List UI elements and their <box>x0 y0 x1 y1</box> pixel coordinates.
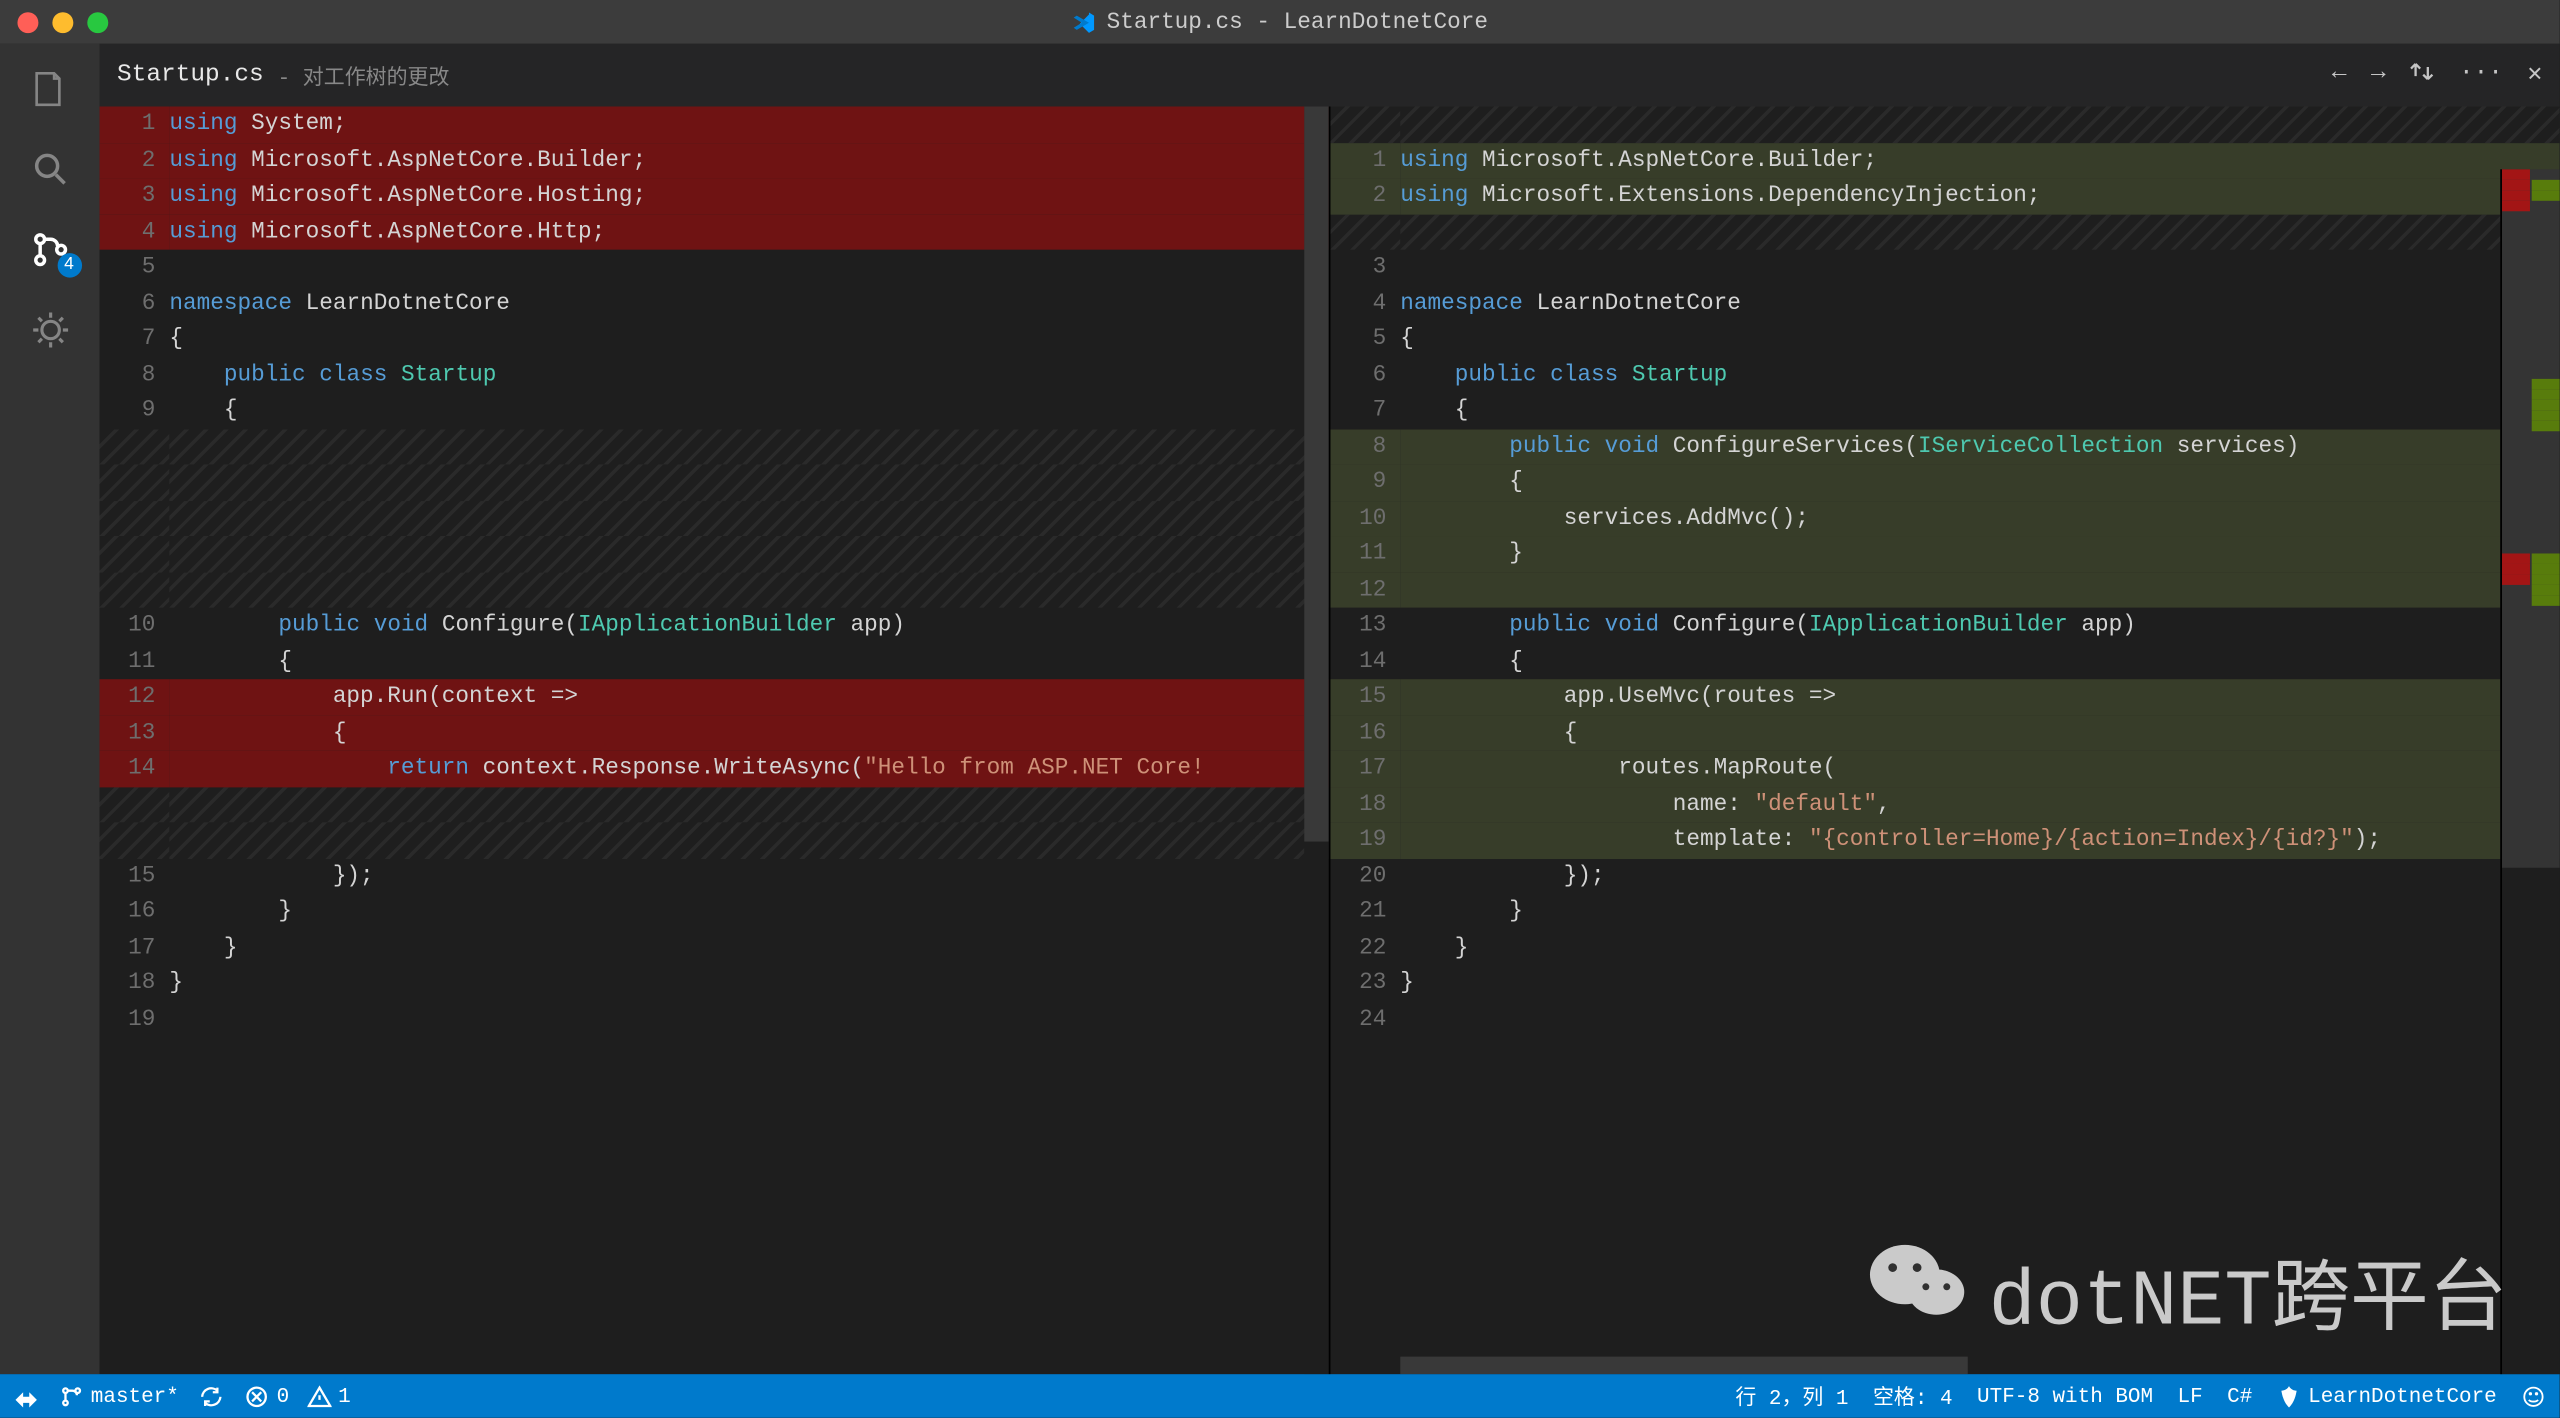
code-line[interactable]: 15 }); <box>100 858 1329 894</box>
code-line[interactable] <box>100 822 1329 858</box>
code-line[interactable]: 10 public void Configure(IApplicationBui… <box>100 608 1329 644</box>
code-line[interactable] <box>1330 214 2559 250</box>
code-line[interactable]: 19 template: "{controller=Home}/{action=… <box>1330 822 2559 858</box>
code-line[interactable]: 13 public void Configure(IApplicationBui… <box>1330 608 2559 644</box>
code-line[interactable] <box>100 536 1329 572</box>
code-line[interactable]: 24 <box>1330 1001 2559 1037</box>
code-line[interactable]: 9 { <box>100 393 1329 429</box>
search-icon[interactable] <box>25 145 74 194</box>
code-line[interactable]: 16 } <box>100 894 1329 930</box>
code-line[interactable]: 17 } <box>100 930 1329 966</box>
tab-actions: ← → ··· ✕ <box>2332 58 2542 91</box>
titlebar: Startup.cs - LearnDotnetCore <box>0 0 2560 44</box>
code-line[interactable]: 19 <box>100 1001 1329 1037</box>
code-line[interactable]: 22 } <box>1330 930 2559 966</box>
remote-button[interactable] <box>14 1384 38 1408</box>
code-line[interactable]: 15 app.UseMvc(routes => <box>1330 679 2559 715</box>
status-bar: master* 0 1 行 2，列 1 空格: 4 UTF-8 with BOM… <box>0 1374 2560 1418</box>
debug-icon[interactable] <box>25 306 74 355</box>
code-line[interactable]: 7{ <box>100 321 1329 357</box>
code-line[interactable]: 1using System; <box>100 107 1329 143</box>
code-line[interactable]: 4namespace LearnDotnetCore <box>1330 285 2559 321</box>
scm-badge: 4 <box>57 253 81 277</box>
editor-tab-bar: Startup.cs - 对工作树的更改 ← → ··· ✕ <box>100 44 2560 107</box>
project-button[interactable]: LearnDotnetCore <box>2277 1384 2497 1408</box>
code-line[interactable] <box>1330 107 2559 143</box>
diff-modified-pane[interactable]: 1using Microsoft.AspNetCore.Builder;2usi… <box>1330 107 2559 1375</box>
window-title: Startup.cs - LearnDotnetCore <box>1072 9 1488 35</box>
code-line[interactable]: 18 name: "default", <box>1330 787 2559 823</box>
window-controls <box>17 11 108 32</box>
code-line[interactable] <box>100 572 1329 608</box>
code-line[interactable]: 17 routes.MapRoute( <box>1330 751 2559 787</box>
prev-change-button[interactable]: ← <box>2332 58 2347 91</box>
language-mode-button[interactable]: C# <box>2227 1384 2252 1408</box>
code-line[interactable]: 4using Microsoft.AspNetCore.Http; <box>100 214 1329 250</box>
git-branch-button[interactable]: master* <box>59 1384 178 1408</box>
tab-filename[interactable]: Startup.cs <box>117 61 264 89</box>
diff-view: 1using System;2using Microsoft.AspNetCor… <box>100 107 2560 1375</box>
code-line[interactable]: 8 public class Startup <box>100 357 1329 393</box>
wechat-icon <box>1866 1235 1971 1345</box>
code-line[interactable]: 9 { <box>1330 464 2559 500</box>
code-line[interactable]: 2using Microsoft.AspNetCore.Builder; <box>100 142 1329 178</box>
code-line[interactable]: 3 <box>1330 250 2559 286</box>
indent-button[interactable]: 空格: 4 <box>1873 1381 1953 1411</box>
close-diff-button[interactable]: ✕ <box>2527 58 2542 91</box>
code-line[interactable] <box>100 787 1329 823</box>
eol-button[interactable]: LF <box>2178 1384 2203 1408</box>
code-line[interactable] <box>100 500 1329 536</box>
code-line[interactable] <box>100 429 1329 465</box>
activity-bar: 4 <box>0 44 100 1374</box>
problems-button[interactable]: 0 1 <box>245 1384 350 1408</box>
code-line[interactable] <box>100 464 1329 500</box>
next-change-button[interactable]: → <box>2371 58 2386 91</box>
watermark: dotNET跨平台 <box>1866 1233 2507 1348</box>
cursor-position[interactable]: 行 2，列 1 <box>1735 1381 1848 1411</box>
overview-ruler[interactable] <box>2500 169 2559 1374</box>
editor-area: Startup.cs - 对工作树的更改 ← → ··· ✕ 1using Sy… <box>100 44 2560 1374</box>
code-line[interactable]: 5{ <box>1330 321 2559 357</box>
code-line[interactable]: 5 <box>100 250 1329 286</box>
right-h-scrollbar[interactable] <box>1400 1357 2535 1374</box>
code-line[interactable]: 21 } <box>1330 894 2559 930</box>
minimize-window-button[interactable] <box>52 11 73 32</box>
code-line[interactable]: 11 { <box>100 643 1329 679</box>
code-line[interactable]: 10 services.AddMvc(); <box>1330 500 2559 536</box>
code-line[interactable]: 6namespace LearnDotnetCore <box>100 285 1329 321</box>
maximize-window-button[interactable] <box>87 11 108 32</box>
encoding-button[interactable]: UTF-8 with BOM <box>1977 1384 2153 1408</box>
diff-original-pane[interactable]: 1using System;2using Microsoft.AspNetCor… <box>100 107 1331 1375</box>
code-line[interactable]: 8 public void ConfigureServices(IService… <box>1330 429 2559 465</box>
code-line[interactable]: 13 { <box>100 715 1329 751</box>
vscode-icon <box>1072 10 1096 34</box>
code-line[interactable]: 14 { <box>1330 643 2559 679</box>
code-line[interactable]: 2using Microsoft.Extensions.DependencyIn… <box>1330 178 2559 214</box>
code-line[interactable]: 11 } <box>1330 536 2559 572</box>
more-actions-button[interactable]: ··· <box>2459 58 2503 91</box>
sync-button[interactable] <box>200 1384 224 1408</box>
left-scrollbar[interactable] <box>1304 107 1328 1375</box>
code-line[interactable]: 12 <box>1330 572 2559 608</box>
source-control-icon[interactable]: 4 <box>25 225 74 274</box>
code-line[interactable]: 1using Microsoft.AspNetCore.Builder; <box>1330 142 2559 178</box>
code-line[interactable]: 23} <box>1330 966 2559 1002</box>
explorer-icon[interactable] <box>25 65 74 114</box>
code-line[interactable]: 14 return context.Response.WriteAsync("H… <box>100 751 1329 787</box>
tab-description: - 对工作树的更改 <box>278 60 450 90</box>
feedback-icon[interactable] <box>2521 1384 2545 1408</box>
code-line[interactable]: 7 { <box>1330 393 2559 429</box>
code-line[interactable]: 16 { <box>1330 715 2559 751</box>
code-line[interactable]: 6 public class Startup <box>1330 357 2559 393</box>
code-line[interactable]: 18} <box>100 966 1329 1002</box>
code-line[interactable]: 12 app.Run(context => <box>100 679 1329 715</box>
close-window-button[interactable] <box>17 11 38 32</box>
swap-button[interactable] <box>2410 58 2434 91</box>
code-line[interactable]: 3using Microsoft.AspNetCore.Hosting; <box>100 178 1329 214</box>
code-line[interactable]: 20 }); <box>1330 858 2559 894</box>
